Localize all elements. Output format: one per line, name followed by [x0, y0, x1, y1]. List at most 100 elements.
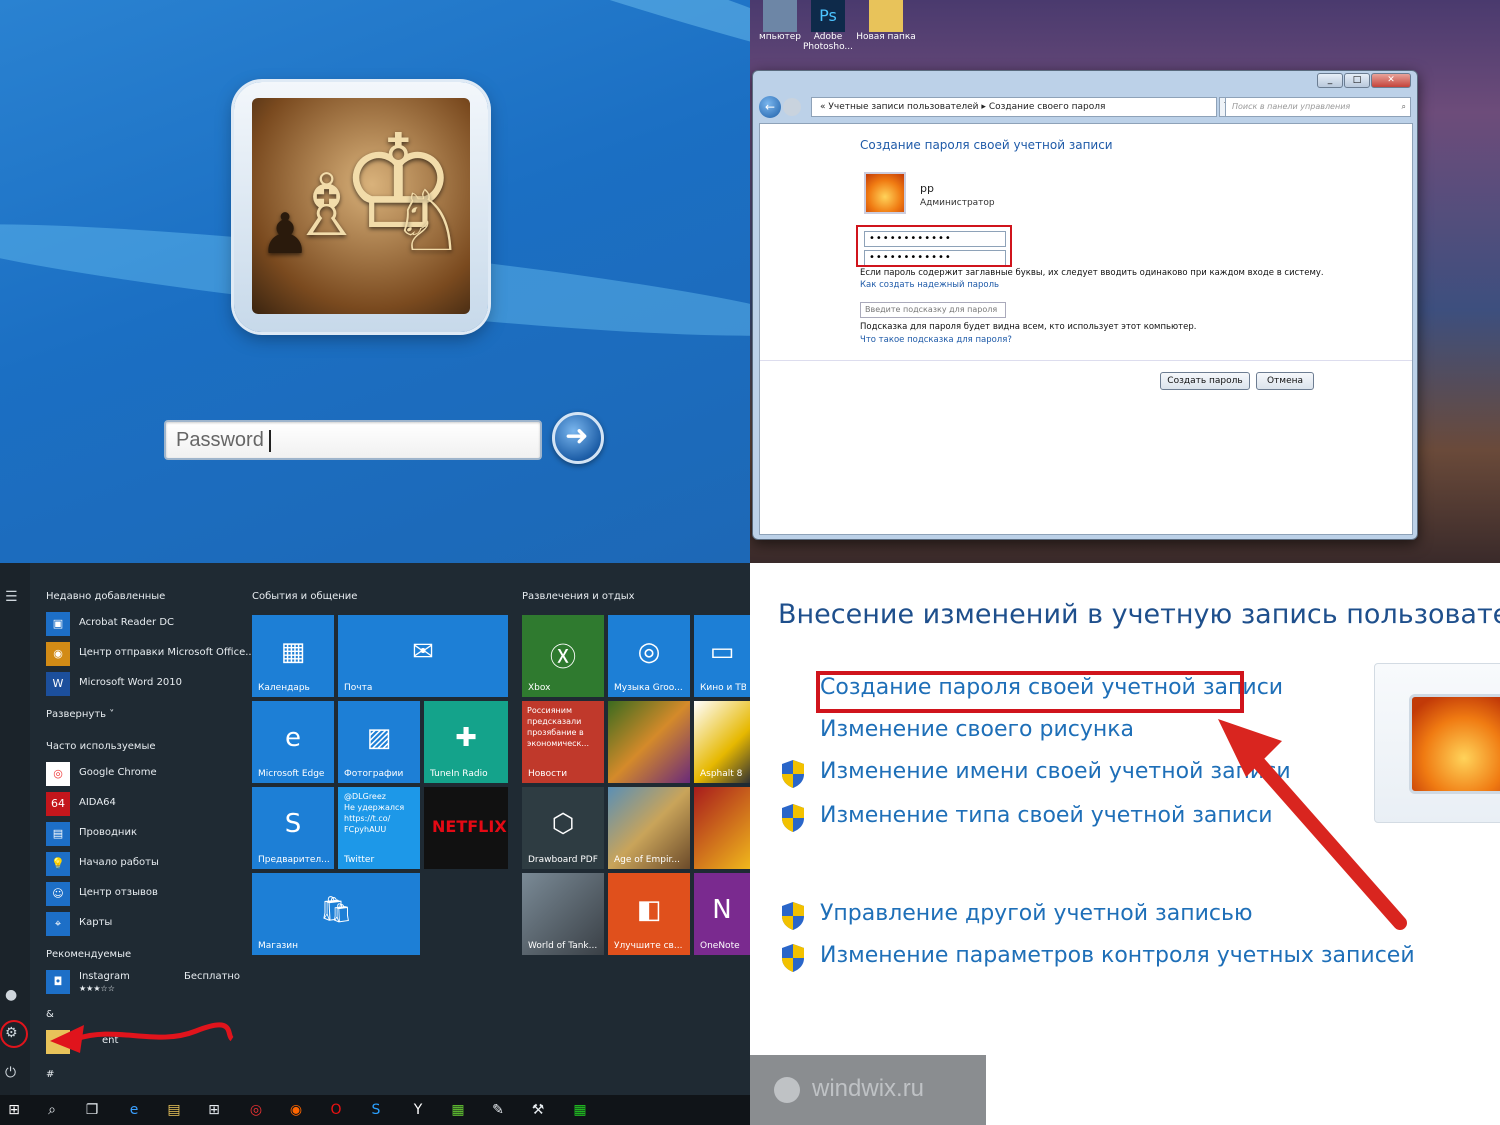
hamburger-icon[interactable]: ☰ [5, 589, 18, 605]
tile-world-of-tanks[interactable]: World of Tank... [522, 873, 604, 955]
app-label: Проводник [79, 827, 137, 838]
edge-icon: e [285, 723, 301, 753]
tile-skype-preview[interactable]: S Предварител... [252, 787, 334, 869]
tile-label: Xbox [528, 683, 551, 693]
tile-label: Календарь [258, 683, 310, 693]
tile-mail[interactable]: ✉ Почта [338, 615, 508, 697]
list-item[interactable]: ▤ Проводник [46, 821, 238, 847]
tile-age-of-empires[interactable]: Age of Empir... [608, 787, 690, 869]
control-panel-window: _ □ ✕ ← « Учетные записи пользователей ▸… [752, 70, 1418, 540]
section-letter[interactable]: # [46, 1069, 54, 1080]
strong-password-link[interactable]: Как создать надежный пароль [860, 280, 999, 290]
login-arrow-button[interactable] [552, 412, 604, 464]
power-icon[interactable]: ⏻ [5, 1065, 16, 1081]
onenote-icon: N [712, 895, 732, 925]
cancel-button[interactable]: Отмена [1256, 372, 1314, 390]
list-item[interactable]: 💡 Начало работы [46, 851, 238, 877]
minimize-button[interactable]: _ [1317, 73, 1343, 88]
yandex-icon[interactable]: Y [408, 1100, 428, 1120]
tile-edge[interactable]: e Microsoft Edge [252, 701, 334, 783]
tile-candy-game[interactable] [608, 701, 690, 783]
user-icon[interactable]: ● [5, 987, 17, 1003]
movies-icon: ▭ [709, 637, 735, 667]
list-item[interactable]: ▣ Acrobat Reader DC [46, 611, 238, 637]
maps-icon: ⌖ [46, 912, 70, 936]
tile-movies[interactable]: ▭ Кино и ТВ [694, 615, 750, 697]
skype-icon[interactable]: S [366, 1100, 386, 1120]
word-icon: W [46, 672, 70, 696]
list-item[interactable]: 64 AIDA64 [46, 791, 238, 817]
explorer-icon: ▤ [46, 822, 70, 846]
password-input[interactable]: Password [164, 420, 542, 460]
task-view-icon[interactable]: ❐ [82, 1100, 102, 1120]
tile-onenote[interactable]: N OneNote [694, 873, 750, 955]
close-button[interactable]: ✕ [1371, 73, 1411, 88]
opera-icon[interactable]: O [326, 1100, 346, 1120]
tile-label: Магазин [258, 941, 299, 951]
skype-icon: S [284, 809, 302, 839]
tile-tunein[interactable]: ✚ TuneIn Radio [424, 701, 508, 783]
tile-label: TuneIn Radio [430, 769, 488, 779]
calendar-icon: ▦ [280, 637, 306, 667]
app-label: Центр отправки Microsoft Office... [79, 647, 255, 658]
tile-office[interactable]: ◧ Улучшите св... [608, 873, 690, 955]
list-item[interactable]: ☺ Центр отзывов [46, 881, 238, 907]
search-icon: ⌕ [1401, 102, 1406, 111]
user-name: pp [920, 182, 934, 195]
breadcrumb-current[interactable]: Создание своего пароля [989, 102, 1106, 112]
tile-photos[interactable]: ▨ Фотографии [338, 701, 420, 783]
tile-news[interactable]: Россияним предсказали прозябание в эконо… [522, 701, 604, 783]
tile-game[interactable] [694, 787, 750, 869]
tile-xbox[interactable]: Ⓧ Xbox [522, 615, 604, 697]
folder-icon [869, 0, 903, 32]
highlight-box [856, 225, 1012, 267]
tile-label: Музыка Groo... [614, 683, 683, 693]
store-icon[interactable]: ⊞ [204, 1100, 224, 1120]
forward-button[interactable] [783, 98, 801, 116]
red-arrow-annotation [1218, 719, 1407, 930]
list-item[interactable]: ◎ Google Chrome [46, 761, 238, 787]
what-is-hint-link[interactable]: Что такое подсказка для пароля? [860, 335, 1012, 345]
chrome-icon[interactable]: ◎ [246, 1100, 266, 1120]
tile-twitter[interactable]: @DLGreez Не удержался https://t.co/ FCpy… [338, 787, 420, 869]
tile-calendar[interactable]: ▦ Календарь [252, 615, 334, 697]
password-hint-field[interactable]: Введите подсказку для пароля [860, 302, 1006, 318]
tile-asphalt[interactable]: Asphalt 8 [694, 701, 750, 783]
maximize-button[interactable]: □ [1344, 73, 1370, 88]
tile-label: Age of Empir... [614, 855, 680, 865]
tile-store[interactable]: 🛍 Магазин [252, 873, 420, 955]
search-icon[interactable]: ⌕ [42, 1100, 62, 1120]
tile-label: Asphalt 8 [700, 769, 743, 779]
explorer-icon[interactable]: ▤ [164, 1100, 184, 1120]
navigation-bar: ← « Учетные записи пользователей ▸ Созда… [759, 95, 1413, 119]
create-password-button[interactable]: Создать пароль [1160, 372, 1250, 390]
paint-icon[interactable]: ✎ [488, 1100, 508, 1120]
tile-drawboard[interactable]: ⬡ Drawboard PDF [522, 787, 604, 869]
app-label: Центр отзывов [79, 887, 158, 898]
user-avatar [864, 172, 906, 214]
edge-icon[interactable]: e [124, 1100, 144, 1120]
excel-icon[interactable]: ▦ [570, 1100, 590, 1120]
feedback-icon: ☺ [46, 882, 70, 906]
user-account-picture[interactable]: ♔ ♗ ♘ ♟ [234, 82, 488, 332]
desktop-icon-new-folder[interactable]: Новая папка [856, 0, 916, 42]
office-icon: ◧ [636, 895, 662, 925]
tile-groove[interactable]: ◎ Музыка Groo... [608, 615, 690, 697]
caps-note: Если пароль содержит заглавные буквы, их… [860, 268, 1324, 278]
desktop-icon-photoshop[interactable]: Ps Adobe Photosho... [798, 0, 858, 52]
list-item[interactable]: ⌖ Карты [46, 911, 238, 937]
breadcrumb-user-accounts[interactable]: Учетные записи пользователей [828, 102, 978, 112]
expand-link[interactable]: Развернуть ˅ [46, 709, 114, 720]
user-role: Администратор [920, 198, 995, 208]
list-item[interactable]: ◉ Центр отправки Microsoft Office... [46, 641, 255, 667]
back-button[interactable]: ← [759, 96, 781, 118]
search-input[interactable]: Поиск в панели управления ⌕ [1225, 97, 1411, 117]
list-item[interactable]: W Microsoft Word 2010 [46, 671, 238, 697]
tile-netflix[interactable]: NETFLIX [424, 787, 508, 869]
notepad-icon[interactable]: ▦ [448, 1100, 468, 1120]
tool-icon[interactable]: ⚒ [528, 1100, 548, 1120]
firefox-icon[interactable]: ◉ [286, 1100, 306, 1120]
list-item[interactable]: ◘ Instagram ★★★☆☆ Бесплатно [46, 969, 240, 999]
windows-start-icon[interactable]: ⊞ [4, 1100, 24, 1120]
address-bar[interactable]: « Учетные записи пользователей ▸ Создани… [811, 97, 1217, 117]
